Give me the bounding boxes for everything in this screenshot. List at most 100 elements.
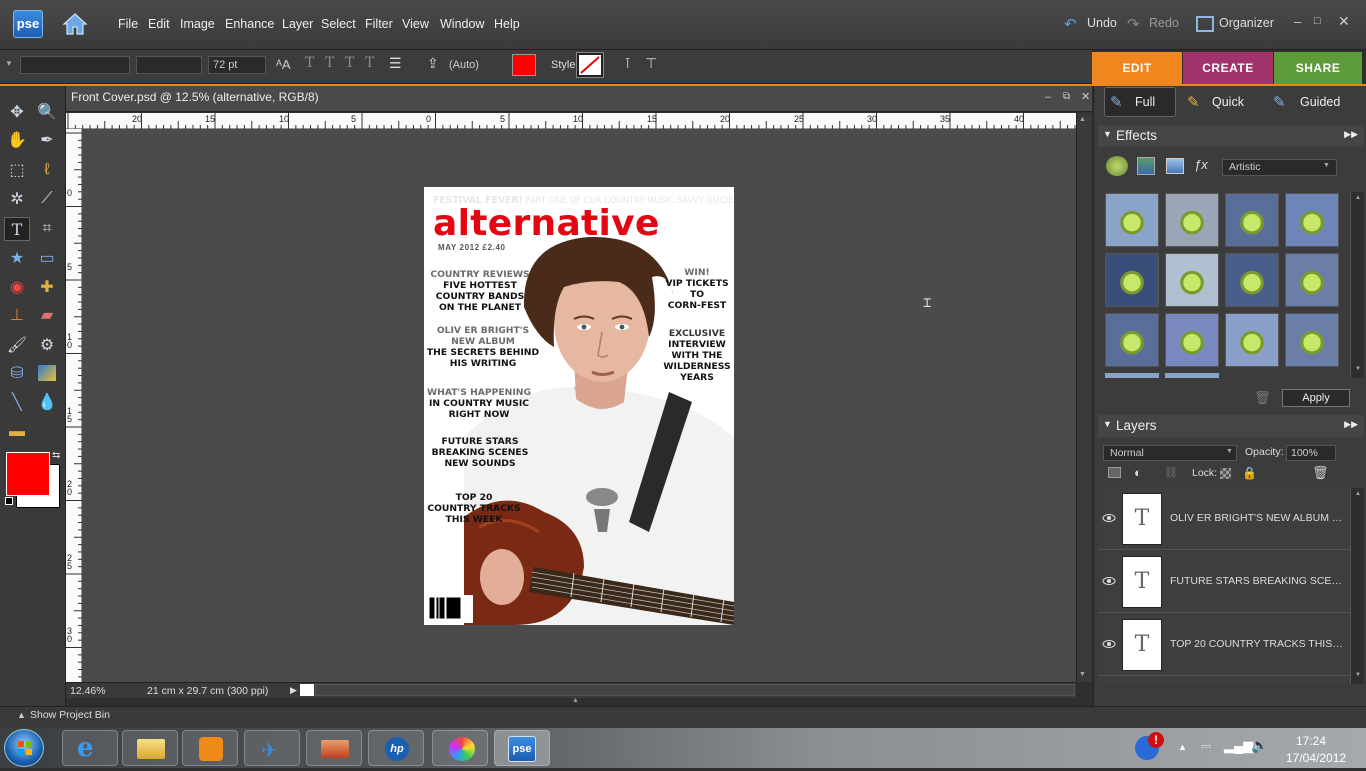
taskbar-media-player[interactable] (182, 730, 238, 766)
scroll-down-icon[interactable]: ▼ (1355, 672, 1361, 678)
text-strikethrough-icon[interactable]: T (365, 55, 374, 71)
opacity-field[interactable]: 100% (1286, 445, 1336, 461)
quick-edit-button[interactable]: Quick (1212, 95, 1244, 115)
apply-button[interactable]: Apply (1282, 389, 1350, 407)
text-color-swatch[interactable] (512, 54, 536, 76)
faux-caps-icon[interactable]: ᴬA (276, 57, 291, 72)
effect-thumbnail[interactable] (1165, 253, 1219, 307)
all-effects-icon[interactable]: ƒx (1194, 157, 1208, 172)
smart-brush-tool-icon[interactable]: ⚙ (34, 333, 60, 357)
font-style-select[interactable] (136, 56, 202, 74)
layer-row[interactable]: T TOP 20 COUNTRY TRACKS THIS WEEK (1098, 614, 1350, 676)
filters-icon[interactable] (1106, 156, 1128, 176)
red-eye-tool-icon[interactable]: ◉ (4, 275, 30, 299)
layers-scrollbar[interactable] (1350, 488, 1364, 684)
cookie-cutter-tool-icon[interactable]: ★ (4, 246, 30, 270)
chevron-down-icon[interactable]: ▼ (1226, 448, 1233, 455)
brush-tool-icon[interactable]: 🖌 (4, 333, 30, 357)
visibility-eye-icon[interactable] (1102, 576, 1116, 586)
align-left-icon[interactable]: ☰ (389, 55, 402, 72)
eyedropper-tool-icon[interactable]: ✒ (34, 128, 60, 152)
close-icon[interactable]: ✕ (1338, 13, 1350, 30)
clock-time[interactable]: 17:24 (1296, 734, 1326, 748)
tab-share[interactable]: SHARE (1274, 52, 1362, 84)
power-icon[interactable]: ⎓ (1201, 738, 1211, 754)
text-underline-icon[interactable]: T (345, 55, 354, 71)
paint-bucket-tool-icon[interactable]: ⛁ (4, 361, 30, 385)
default-colors-icon[interactable] (5, 497, 13, 505)
adjustment-layer-icon[interactable]: ◐ (1134, 465, 1142, 480)
canvas-horizontal-scrollbar[interactable] (315, 684, 1075, 696)
effects-panel-header[interactable]: ▼ Effects ▶▶ (1098, 125, 1364, 147)
redo-icon[interactable]: ↷ (1127, 15, 1140, 33)
network-signal-icon[interactable]: ▂▄▆ (1224, 738, 1253, 754)
effect-thumbnail[interactable] (1225, 193, 1279, 247)
layer-row[interactable]: T FUTURE STARS BREAKING SCENES NE... (1098, 551, 1350, 613)
eraser-tool-icon[interactable]: ▰ (34, 303, 60, 327)
menu-edit[interactable]: Edit (148, 17, 170, 31)
shape-tool-icon[interactable]: ╲ (4, 390, 30, 414)
scroll-up-icon[interactable]: ▲ (1355, 195, 1361, 201)
effect-thumbnail[interactable] (1285, 313, 1339, 367)
scroll-down-icon[interactable]: ▼ (1079, 671, 1086, 678)
visibility-eye-icon[interactable] (1102, 513, 1116, 523)
layer-name[interactable]: TOP 20 COUNTRY TRACKS THIS WEEK (1170, 638, 1345, 650)
canvas-vertical-scrollbar[interactable] (1076, 113, 1092, 682)
maximize-icon[interactable]: □ (1314, 15, 1321, 27)
crop-tool-icon[interactable]: ⌗ (34, 217, 60, 241)
effect-thumbnail-partial[interactable] (1105, 373, 1159, 378)
effect-thumbnail[interactable] (1285, 253, 1339, 307)
undo-icon[interactable]: ↶ (1064, 15, 1077, 33)
lock-all-icon[interactable]: 🔒 (1242, 466, 1257, 480)
redo-button[interactable]: Redo (1149, 16, 1179, 30)
text-orientation-icon[interactable]: ⊤ (645, 55, 657, 72)
hand-tool-icon[interactable]: ✋ (4, 128, 30, 152)
menu-image[interactable]: Image (180, 17, 215, 31)
quick-selection-tool-icon[interactable]: ⟋ (34, 187, 60, 211)
status-menu-arrow-icon[interactable]: ▶ (290, 685, 297, 696)
zoom-tool-icon[interactable]: 🔍 (34, 100, 60, 124)
show-project-bin-button[interactable]: Show Project Bin (30, 709, 110, 721)
scroll-up-icon[interactable]: ▲ (1355, 491, 1361, 497)
font-size-select[interactable]: 72 pt (208, 56, 266, 74)
visibility-eye-icon[interactable] (1102, 639, 1116, 649)
swap-colors-icon[interactable]: ⇆ (52, 450, 60, 461)
layer-styles-icon[interactable] (1137, 157, 1155, 175)
taskbar-paint[interactable] (432, 730, 488, 766)
leading-icon[interactable]: ⇪ (427, 55, 439, 72)
blend-mode-select[interactable]: Normal (1103, 445, 1237, 461)
taskbar-internet-explorer[interactable]: e (62, 730, 118, 766)
home-icon[interactable] (62, 12, 88, 36)
tab-edit[interactable]: EDIT (1092, 52, 1182, 84)
menu-filter[interactable]: Filter (365, 17, 393, 31)
taskbar-windows-explorer[interactable] (122, 730, 178, 766)
menu-view[interactable]: View (402, 17, 429, 31)
font-family-select[interactable] (20, 56, 130, 74)
foreground-color-swatch[interactable] (6, 452, 50, 496)
new-layer-icon[interactable] (1108, 467, 1121, 478)
panel-menu-icon[interactable]: ▶▶ (1344, 129, 1358, 140)
expand-arrow-icon[interactable]: ▲ (17, 710, 26, 720)
warp-text-icon[interactable]: ⊺ (624, 55, 631, 72)
type-tool-icon[interactable]: T (4, 217, 30, 241)
scroll-grip-icon[interactable]: ▲ (572, 697, 579, 704)
clone-stamp-tool-icon[interactable]: ⊥ (4, 303, 30, 327)
menu-window[interactable]: Window (440, 17, 484, 31)
photo-effects-icon[interactable] (1166, 158, 1184, 174)
taskbar-app[interactable] (306, 730, 362, 766)
start-button[interactable] (4, 729, 44, 767)
organizer-button[interactable]: Organizer (1219, 16, 1274, 30)
effect-thumbnail[interactable] (1165, 313, 1219, 367)
menu-help[interactable]: Help (494, 17, 520, 31)
scroll-down-icon[interactable]: ▼ (1355, 366, 1361, 372)
layer-name[interactable]: OLIV ER BRIGHT'S NEW ALBUM THE SE... (1170, 512, 1345, 524)
chevron-down-icon[interactable]: ▼ (1323, 162, 1330, 169)
menu-layer[interactable]: Layer (282, 17, 313, 31)
tab-create[interactable]: CREATE (1183, 52, 1273, 84)
taskbar-hp[interactable]: hp (368, 730, 424, 766)
link-icon[interactable]: ⛓ (1164, 466, 1178, 479)
effect-thumbnail[interactable] (1225, 313, 1279, 367)
marquee-tool-icon[interactable]: ⬚ (4, 158, 30, 182)
organizer-icon[interactable] (1196, 16, 1214, 32)
move-tool-icon[interactable]: ✥ (4, 100, 30, 124)
